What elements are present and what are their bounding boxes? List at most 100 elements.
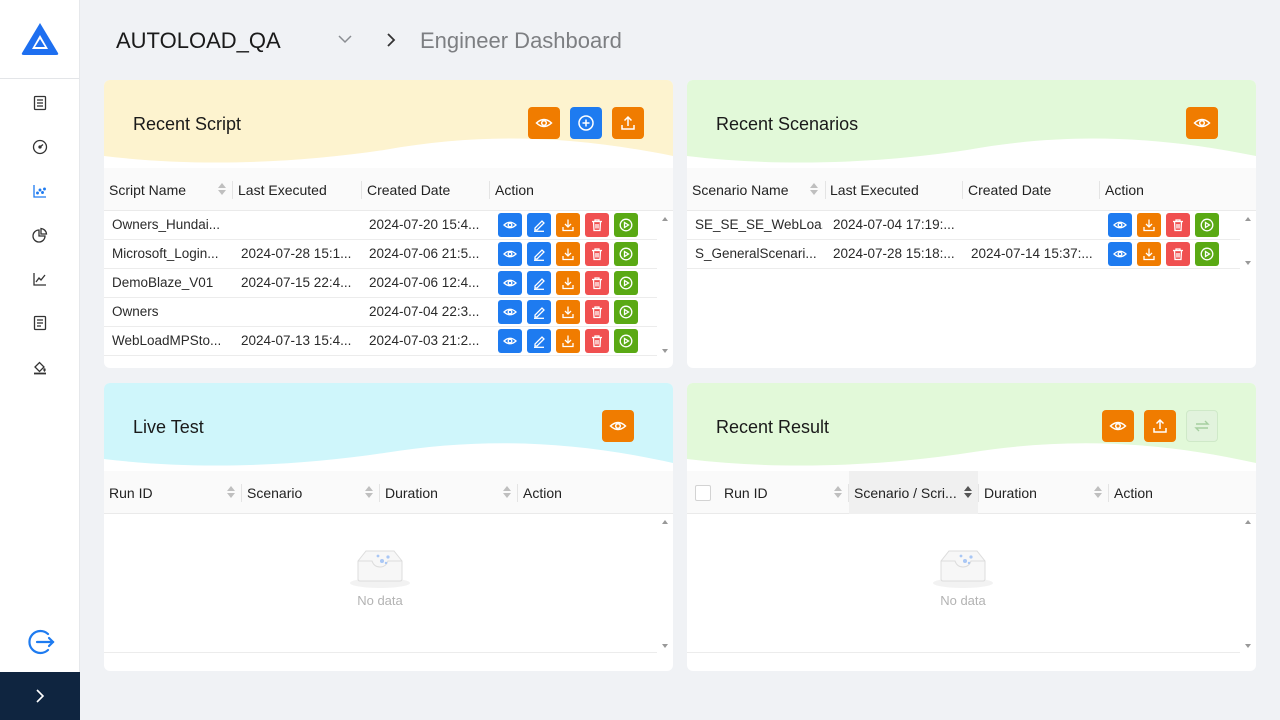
column-divider — [1099, 181, 1100, 199]
table-row[interactable]: WebLoadMPSto... 2024-07-13 15:4... 2024-… — [104, 327, 657, 356]
run-button[interactable] — [614, 242, 638, 266]
table-row[interactable]: S_GeneralScenari... 2024-07-28 15:18:...… — [687, 240, 1240, 269]
app-logo[interactable] — [0, 0, 79, 79]
script-name-cell[interactable]: Microsoft_Login... — [112, 240, 232, 268]
vertical-scrollbar[interactable] — [1240, 212, 1256, 270]
script-name-cell[interactable]: Owners_Hundai... — [112, 211, 232, 239]
column-header[interactable]: Scenario — [247, 471, 302, 514]
view-button[interactable] — [498, 300, 522, 324]
column-header[interactable]: Duration — [385, 471, 438, 514]
column-header[interactable]: Last Executed — [238, 168, 327, 211]
download-button[interactable] — [556, 300, 580, 324]
table-row[interactable]: SE_SE_SE_WebLoa... 2024-07-04 17:19:... — [687, 211, 1240, 240]
upload-script-button[interactable] — [612, 107, 644, 139]
delete-button[interactable] — [585, 213, 609, 237]
project-dropdown-toggle[interactable] — [336, 30, 354, 53]
sort-icon[interactable] — [1093, 485, 1103, 499]
column-header[interactable]: Last Executed — [830, 168, 919, 211]
sidebar-item-scripts[interactable] — [0, 81, 80, 125]
sort-icon[interactable] — [226, 485, 236, 499]
run-button[interactable] — [1195, 242, 1219, 266]
delete-button[interactable] — [585, 242, 609, 266]
view-all-button[interactable] — [1102, 410, 1134, 442]
last-executed-cell — [241, 211, 361, 239]
view-button[interactable] — [1108, 213, 1132, 237]
eye-icon — [503, 279, 517, 287]
download-button[interactable] — [556, 242, 580, 266]
sidebar-item-trends[interactable] — [0, 257, 80, 301]
table-body: No data — [104, 515, 657, 653]
delete-button[interactable] — [1166, 213, 1190, 237]
table-header: Scenario Name Last Executed Created Date… — [687, 168, 1256, 211]
add-script-button[interactable] — [570, 107, 602, 139]
column-divider — [232, 181, 233, 199]
script-name-cell[interactable]: Owners — [112, 298, 232, 326]
sort-icon[interactable] — [502, 485, 512, 499]
edit-button[interactable] — [527, 329, 551, 353]
column-header[interactable]: Created Date — [367, 168, 450, 211]
sidebar-item-reports[interactable] — [0, 213, 80, 257]
run-button[interactable] — [614, 300, 638, 324]
compare-button[interactable] — [1186, 410, 1218, 442]
row-actions — [498, 271, 638, 295]
run-button[interactable] — [614, 271, 638, 295]
vertical-scrollbar[interactable] — [1240, 515, 1256, 653]
column-header[interactable]: Created Date — [968, 168, 1051, 211]
script-name-cell[interactable]: DemoBlaze_V01 — [112, 269, 232, 297]
run-button[interactable] — [614, 329, 638, 353]
view-button[interactable] — [498, 242, 522, 266]
delete-button[interactable] — [1166, 242, 1190, 266]
column-header[interactable]: Script Name — [109, 168, 186, 211]
view-all-button[interactable] — [528, 107, 560, 139]
delete-button[interactable] — [585, 300, 609, 324]
column-header[interactable]: Run ID — [109, 471, 153, 514]
edit-button[interactable] — [527, 271, 551, 295]
vertical-scrollbar[interactable] — [657, 515, 673, 653]
logout-button[interactable] — [0, 620, 80, 664]
sidebar-item-theme[interactable] — [0, 345, 80, 389]
column-header[interactable]: Scenario / Scri... — [854, 471, 957, 514]
delete-button[interactable] — [585, 271, 609, 295]
scenario-name-cell[interactable]: S_GeneralScenari... — [695, 240, 823, 268]
edit-button[interactable] — [527, 213, 551, 237]
sort-icon[interactable] — [833, 485, 843, 499]
table-row[interactable]: Owners_Hundai... 2024-07-20 15:4... — [104, 211, 657, 240]
select-all-checkbox[interactable] — [695, 485, 711, 501]
download-button[interactable] — [556, 329, 580, 353]
column-header[interactable]: Scenario Name — [692, 168, 789, 211]
download-button[interactable] — [1137, 213, 1161, 237]
download-button[interactable] — [556, 271, 580, 295]
sidebar-item-analytics[interactable] — [0, 169, 80, 213]
sort-icon[interactable] — [217, 182, 227, 196]
download-button[interactable] — [556, 213, 580, 237]
delete-button[interactable] — [585, 329, 609, 353]
view-button[interactable] — [1108, 242, 1132, 266]
project-selector[interactable]: AUTOLOAD_QA — [116, 28, 281, 54]
run-button[interactable] — [614, 213, 638, 237]
sidebar-item-dashboard[interactable] — [0, 125, 80, 169]
table-row[interactable]: Owners 2024-07-04 22:3... — [104, 298, 657, 327]
sidebar — [0, 0, 80, 720]
table-row[interactable]: Microsoft_Login... 2024-07-28 15:1... 20… — [104, 240, 657, 269]
script-name-cell[interactable]: WebLoadMPSto... — [112, 327, 232, 355]
sort-icon[interactable] — [809, 182, 819, 196]
view-button[interactable] — [498, 213, 522, 237]
sidebar-item-results[interactable] — [0, 301, 80, 345]
scenario-name-cell[interactable]: SE_SE_SE_WebLoa... — [695, 211, 823, 239]
column-header[interactable]: Duration — [984, 471, 1037, 514]
edit-button[interactable] — [527, 242, 551, 266]
view-all-button[interactable] — [1186, 107, 1218, 139]
table-row[interactable]: DemoBlaze_V01 2024-07-15 22:4... 2024-07… — [104, 269, 657, 298]
view-button[interactable] — [498, 271, 522, 295]
run-button[interactable] — [1195, 213, 1219, 237]
column-header[interactable]: Run ID — [724, 471, 768, 514]
sort-icon[interactable] — [364, 485, 374, 499]
view-all-button[interactable] — [602, 410, 634, 442]
view-button[interactable] — [498, 329, 522, 353]
edit-button[interactable] — [527, 300, 551, 324]
sort-icon[interactable] — [963, 485, 973, 499]
sidebar-collapse-toggle[interactable] — [0, 672, 80, 720]
export-results-button[interactable] — [1144, 410, 1176, 442]
vertical-scrollbar[interactable] — [657, 212, 673, 358]
download-button[interactable] — [1137, 242, 1161, 266]
